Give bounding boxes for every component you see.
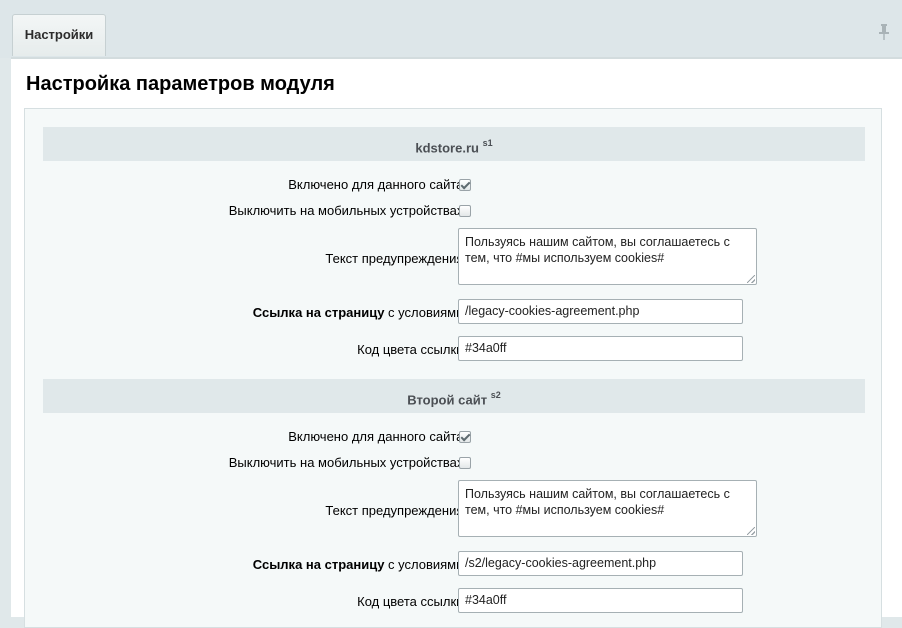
site-header: kdstore.ru s1 (43, 127, 865, 161)
resize-grip-icon[interactable] (747, 527, 755, 535)
pin-icon[interactable] (878, 24, 890, 40)
warning-text-value: Пользуясь нашим сайтом, вы соглашаетесь … (465, 235, 730, 265)
page-title: Настройка параметров модуля (26, 73, 335, 95)
enabled-label: Включено для данного сайта: (288, 429, 467, 444)
tab-settings[interactable]: Настройки (12, 14, 106, 56)
enabled-checkbox[interactable] (459, 431, 471, 443)
site-id: s2 (490, 390, 501, 400)
tab-bar: Настройки (0, 0, 902, 58)
settings-panel: Настройка параметров модуля kdstore.ru s… (11, 57, 902, 628)
warning-text-value: Пользуясь нашим сайтом, вы соглашаетесь … (465, 487, 730, 517)
site-name: kdstore.ru (415, 140, 479, 156)
mobile-disable-label: Выключить на мобильных устройствах: (228, 203, 467, 218)
settings-form: kdstore.ru s1 Включено для данного сайта… (24, 108, 882, 628)
link-page-label: Ссылка на страницу с условиями: (253, 557, 467, 572)
resize-grip-icon[interactable] (747, 275, 755, 283)
link-color-input[interactable]: #34a0ff (458, 336, 743, 361)
link-color-label: Код цвета ссылки: (357, 594, 467, 609)
mobile-disable-label: Выключить на мобильных устройствах: (228, 455, 467, 470)
site-id: s1 (482, 138, 493, 148)
link-page-label-bold: Ссылка на страницу (252, 557, 385, 572)
link-color-input[interactable]: #34a0ff (458, 588, 743, 613)
mobile-disable-checkbox[interactable] (459, 457, 471, 469)
warning-textarea[interactable]: Пользуясь нашим сайтом, вы соглашаетесь … (458, 228, 757, 285)
link-page-label: Ссылка на страницу с условиями: (253, 305, 467, 320)
link-page-label-rest: с условиями: (384, 305, 467, 320)
warning-text-label: Текст предупреждения: (325, 503, 467, 518)
warning-textarea[interactable]: Пользуясь нашим сайтом, вы соглашаетесь … (458, 480, 757, 537)
site-header: Второй сайт s2 (43, 379, 865, 413)
enabled-label: Включено для данного сайта: (288, 177, 467, 192)
link-page-input[interactable]: /legacy-cookies-agreement.php (458, 299, 743, 324)
mobile-disable-checkbox[interactable] (459, 205, 471, 217)
link-page-label-rest: с условиями: (384, 557, 467, 572)
warning-text-label: Текст предупреждения: (325, 251, 467, 266)
site-name: Второй сайт (407, 392, 488, 408)
link-page-input[interactable]: /s2/legacy-cookies-agreement.php (458, 551, 743, 576)
enabled-checkbox[interactable] (459, 179, 471, 191)
link-page-label-bold: Ссылка на страницу (252, 305, 385, 320)
link-color-label: Код цвета ссылки: (357, 342, 467, 357)
